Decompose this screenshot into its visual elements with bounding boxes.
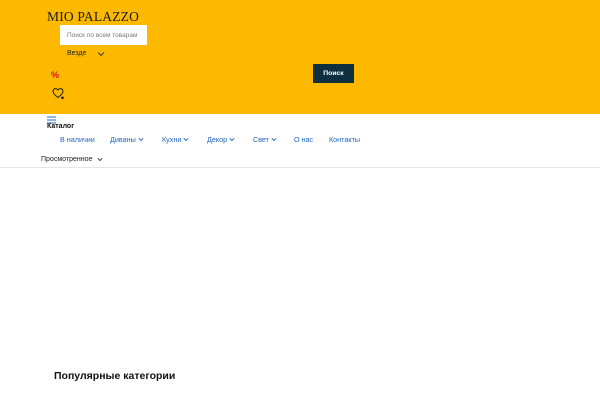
header-divider — [0, 167, 600, 168]
chevron-down-icon — [271, 137, 277, 142]
search-scope-select[interactable]: Везде — [67, 50, 105, 57]
nav-item-in-stock[interactable]: В наличии — [60, 135, 95, 144]
nav-item-label: Контакты — [329, 135, 361, 144]
chevron-down-icon — [138, 137, 144, 142]
nav-item-contacts[interactable]: Контакты — [329, 135, 360, 144]
nav-item-label: О нас — [294, 135, 314, 144]
heart-icon[interactable] — [52, 87, 66, 101]
nav-item-label: Кухни — [162, 135, 182, 144]
sale-percent-icon[interactable]: % — [51, 70, 59, 80]
site-logo[interactable]: MIO PALAZZO — [47, 9, 139, 25]
search-scope-label: Везде — [67, 50, 87, 57]
nav-item-about[interactable]: О нас — [294, 135, 313, 144]
nav-item-label: В наличии — [60, 135, 95, 144]
popular-categories-heading: Популярные категории — [54, 370, 176, 382]
chevron-down-icon — [183, 137, 189, 142]
recently-viewed-dropdown[interactable]: Просмотренное — [41, 156, 103, 163]
site-header: MIO PALAZZO Везде Поиск % — [0, 0, 600, 114]
chevron-down-icon — [98, 51, 105, 56]
chevron-down-icon — [97, 157, 103, 162]
nav-item-lighting[interactable]: Свет — [253, 135, 277, 144]
nav-item-decor[interactable]: Декор — [207, 135, 235, 144]
nav-item-kitchens[interactable]: Кухни — [162, 135, 189, 144]
chevron-down-icon — [229, 137, 235, 142]
nav-item-label: Свет — [253, 135, 269, 144]
recently-viewed-label: Просмотренное — [41, 156, 93, 163]
catalog-button-label[interactable]: Каталог — [47, 123, 74, 130]
search-input[interactable] — [60, 25, 147, 45]
nav-item-sofas[interactable]: Диваны — [110, 135, 144, 144]
nav-item-label: Диваны — [110, 135, 136, 144]
search-button[interactable]: Поиск — [313, 64, 354, 83]
main-nav: В наличии Диваны Кухни Декор Свет О нас … — [0, 135, 600, 149]
nav-item-label: Декор — [207, 135, 228, 144]
